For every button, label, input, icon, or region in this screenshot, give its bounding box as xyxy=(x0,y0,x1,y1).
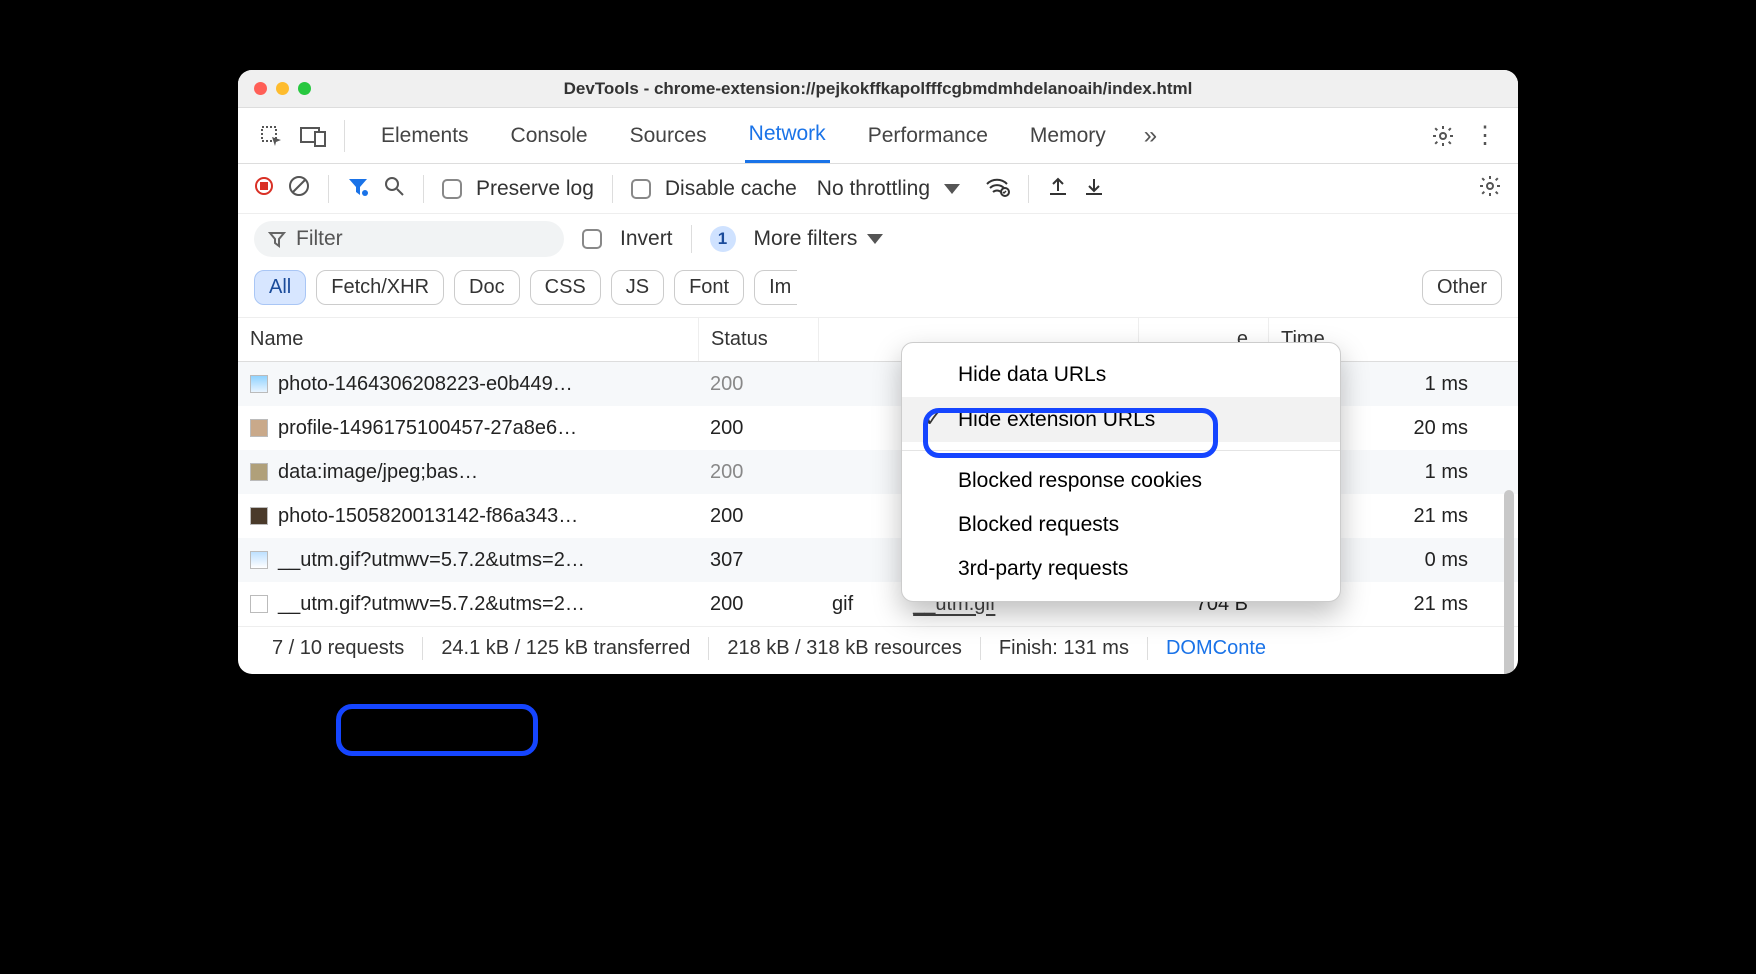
resource-type-filters: All Fetch/XHR Doc CSS JS Font Im Other xyxy=(238,264,1518,318)
throttling-select[interactable]: No throttling xyxy=(817,177,960,201)
col-name[interactable]: Name xyxy=(238,318,698,361)
tab-performance[interactable]: Performance xyxy=(864,110,992,162)
invert-label: Invert xyxy=(620,227,673,251)
menu-hide-data-urls[interactable]: Hide data URLs xyxy=(902,353,1340,397)
status-requests: 7 / 10 requests xyxy=(254,637,422,660)
clear-button[interactable] xyxy=(288,175,310,203)
filter-font[interactable]: Font xyxy=(674,270,744,305)
window-controls xyxy=(254,82,311,95)
network-toolbar: Preserve log Disable cache No throttling xyxy=(238,164,1518,214)
panel-tabs: Elements Console Sources Network Perform… xyxy=(377,108,1418,163)
file-icon xyxy=(250,595,268,613)
status-finish: Finish: 131 ms xyxy=(980,637,1147,660)
disable-cache-label: Disable cache xyxy=(665,177,797,201)
filter-bar: Filter Invert 1 More filters xyxy=(238,214,1518,264)
invert-checkbox[interactable] xyxy=(582,229,602,249)
chevron-down-icon xyxy=(867,234,883,244)
preserve-log-label: Preserve log xyxy=(476,177,594,201)
more-filters-badge: 1 xyxy=(710,226,736,252)
menu-blocked-response-cookies[interactable]: Blocked response cookies xyxy=(902,459,1340,503)
more-filters-menu: Hide data URLs ✓ Hide extension URLs Blo… xyxy=(901,342,1341,602)
device-toolbar-icon[interactable] xyxy=(296,119,330,153)
select-element-icon[interactable] xyxy=(254,119,288,153)
tab-sources[interactable]: Sources xyxy=(626,110,711,162)
network-conditions-icon[interactable] xyxy=(984,175,1010,203)
filter-placeholder: Filter xyxy=(296,227,343,251)
network-settings-icon[interactable] xyxy=(1478,174,1502,204)
filter-css[interactable]: CSS xyxy=(530,270,601,305)
window-title: DevTools - chrome-extension://pejkokffka… xyxy=(238,79,1518,99)
tab-console[interactable]: Console xyxy=(507,110,592,162)
filter-doc[interactable]: Doc xyxy=(454,270,520,305)
record-button[interactable] xyxy=(254,176,274,202)
file-icon xyxy=(250,551,268,569)
upload-har-icon[interactable] xyxy=(1047,175,1069,203)
file-icon xyxy=(250,463,268,481)
menu-3rd-party-requests[interactable]: 3rd-party requests xyxy=(902,547,1340,591)
tabs-overflow-icon[interactable]: » xyxy=(1144,122,1157,150)
status-domcontent: DOMConte xyxy=(1147,637,1284,660)
chevron-down-icon xyxy=(944,184,960,194)
more-icon[interactable]: ⋮ xyxy=(1468,119,1502,153)
file-icon xyxy=(250,507,268,525)
filter-toggle-icon[interactable] xyxy=(347,175,369,203)
filter-js[interactable]: JS xyxy=(611,270,664,305)
preserve-log-checkbox[interactable] xyxy=(442,179,462,199)
tab-elements[interactable]: Elements xyxy=(377,110,473,162)
filter-all[interactable]: All xyxy=(254,270,306,305)
status-transfer: 24.1 kB / 125 kB transferred xyxy=(422,637,708,660)
tab-network[interactable]: Network xyxy=(745,108,830,163)
devtools-window: DevTools - chrome-extension://pejkokffka… xyxy=(238,70,1518,674)
filter-other[interactable]: Other xyxy=(1422,270,1502,305)
status-bar: 7 / 10 requests 24.1 kB / 125 kB transfe… xyxy=(238,626,1518,674)
status-resources: 218 kB / 318 kB resources xyxy=(708,637,980,660)
filter-input[interactable]: Filter xyxy=(254,221,564,257)
close-window-button[interactable] xyxy=(254,82,267,95)
file-icon xyxy=(250,419,268,437)
menu-hide-extension-urls[interactable]: ✓ Hide extension URLs xyxy=(902,397,1340,442)
menu-blocked-requests[interactable]: Blocked requests xyxy=(902,503,1340,547)
more-filters-button[interactable]: More filters xyxy=(754,227,884,251)
scrollbar[interactable] xyxy=(1504,490,1514,674)
disable-cache-checkbox[interactable] xyxy=(631,179,651,199)
annotation-highlight xyxy=(336,704,538,756)
filter-img[interactable]: Im xyxy=(754,270,797,305)
search-icon[interactable] xyxy=(383,175,405,203)
tab-memory[interactable]: Memory xyxy=(1026,110,1110,162)
col-status[interactable]: Status xyxy=(698,318,818,361)
titlebar: DevTools - chrome-extension://pejkokffka… xyxy=(238,70,1518,108)
check-icon: ✓ xyxy=(922,407,944,432)
main-tabs-bar: Elements Console Sources Network Perform… xyxy=(238,108,1518,164)
menu-divider xyxy=(902,450,1340,451)
file-icon xyxy=(250,375,268,393)
download-har-icon[interactable] xyxy=(1083,175,1105,203)
filter-fetch-xhr[interactable]: Fetch/XHR xyxy=(316,270,444,305)
settings-icon[interactable] xyxy=(1426,119,1460,153)
minimize-window-button[interactable] xyxy=(276,82,289,95)
more-filters-label: More filters xyxy=(754,227,858,251)
zoom-window-button[interactable] xyxy=(298,82,311,95)
throttling-value: No throttling xyxy=(817,177,930,201)
